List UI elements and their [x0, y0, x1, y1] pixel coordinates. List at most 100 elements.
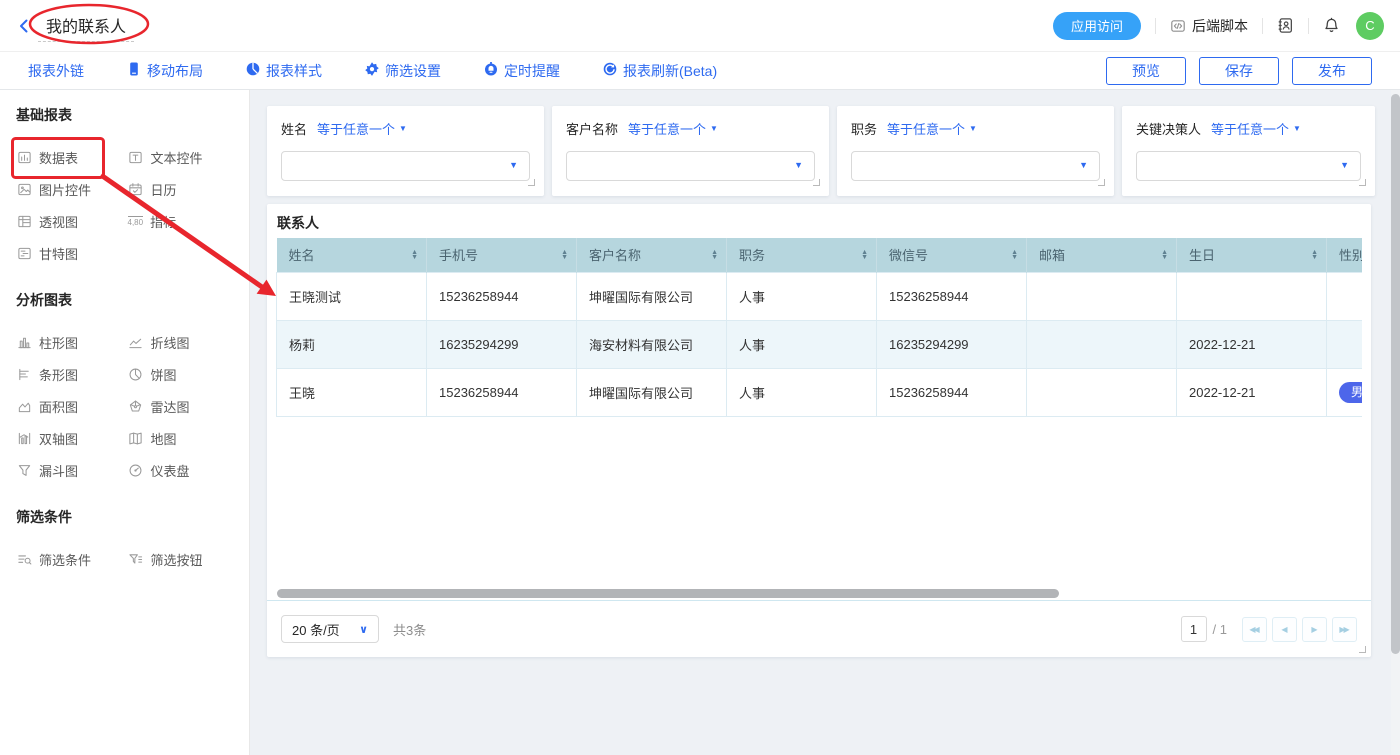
sidebar-item-column-chart[interactable]: 柱形图 — [16, 334, 122, 351]
cell-value: 坤曜国际有限公司 — [589, 290, 693, 305]
app-access-button[interactable]: 应用访问 — [1053, 12, 1141, 40]
sidebar-item-pie-chart[interactable]: 饼图 — [128, 366, 234, 383]
column-header-0[interactable]: 姓名▲▼ — [277, 238, 427, 272]
horizontal-scrollbar[interactable] — [277, 589, 1059, 598]
contacts-icon[interactable] — [1277, 17, 1294, 34]
resize-handle[interactable] — [1359, 179, 1366, 186]
filter-operator-label: 等于任意一个 — [317, 119, 395, 138]
sidebar-item-filter-condition[interactable]: 筛选条件 — [16, 551, 122, 568]
filter-operator-dropdown[interactable]: 等于任意一个▼ — [317, 119, 407, 138]
cell: 坤曜国际有限公司 — [577, 272, 727, 320]
sidebar-item-label: 柱形图 — [39, 333, 78, 352]
column-header-6[interactable]: 生日▲▼ — [1177, 238, 1327, 272]
sidebar-item-bar-chart[interactable]: 条形图 — [16, 366, 122, 383]
filter-operator-dropdown[interactable]: 等于任意一个▼ — [1211, 119, 1301, 138]
next-page-button[interactable]: ▶ — [1302, 617, 1327, 642]
sidebar-item-gantt[interactable]: 甘特图 — [16, 245, 122, 262]
caret-down-icon: ▼ — [794, 161, 803, 170]
data-table-icon — [16, 150, 32, 165]
sidebar-section-0: 基础报表数据表文本控件图片控件日历透视图4,80指标甘特图 — [16, 105, 233, 262]
cell: 2022-12-21 — [1177, 368, 1327, 416]
map-icon — [128, 431, 144, 446]
current-page-input[interactable]: 1 — [1181, 616, 1207, 642]
sidebar-item-calendar[interactable]: 日历 — [128, 181, 234, 198]
toolbar-item-0[interactable]: 报表外链 — [28, 61, 84, 81]
contacts-table-widget[interactable]: 联系人 姓名▲▼手机号▲▼客户名称▲▼职务▲▼微信号▲▼邮箱▲▼生日▲▼性别▲▼… — [267, 204, 1371, 657]
sidebar-item-area-chart[interactable]: 面积图 — [16, 398, 122, 415]
toolbar-item-4[interactable]: 定时提醒 — [483, 61, 560, 81]
sidebar-item-funnel-chart[interactable]: 漏斗图 — [16, 462, 122, 479]
cell: 人事 — [727, 368, 877, 416]
toolbar-item-2[interactable]: 报表样式 — [245, 61, 322, 81]
sort-icon[interactable]: ▲▼ — [1311, 250, 1318, 260]
filter-value-select[interactable]: ▼ — [566, 151, 815, 181]
backend-script-button[interactable]: 后端脚本 — [1170, 16, 1248, 36]
column-header-4[interactable]: 微信号 ▲▼ — [877, 238, 1027, 272]
cell: 王晓测试 — [277, 272, 427, 320]
sidebar-item-text-widget[interactable]: 文本控件 — [128, 149, 234, 166]
cell: 15236258944 — [427, 368, 577, 416]
column-header-7[interactable]: 性别▲▼ — [1327, 238, 1363, 272]
mobile-layout-icon — [126, 61, 142, 80]
column-header-2[interactable]: 客户名称▲▼ — [577, 238, 727, 272]
sort-icon[interactable]: ▲▼ — [861, 250, 868, 260]
preview-button[interactable]: 预览 — [1106, 57, 1186, 85]
resize-handle[interactable] — [1098, 179, 1105, 186]
column-header-3[interactable]: 职务 ▲▼ — [727, 238, 877, 272]
resize-handle[interactable] — [813, 179, 820, 186]
first-page-button[interactable]: ◀◀ — [1242, 617, 1267, 642]
column-header-label: 微信号 — [889, 245, 928, 264]
sidebar-item-image-widget[interactable]: 图片控件 — [16, 181, 122, 198]
column-header-label: 职务 — [739, 245, 765, 264]
toolbar-item-1[interactable]: 移动布局 — [126, 61, 203, 81]
sidebar-item-indicator[interactable]: 4,80指标 — [128, 213, 234, 230]
sidebar-item-line-chart[interactable]: 折线图 — [128, 334, 234, 351]
toolbar-item-3[interactable]: 筛选设置 — [364, 61, 441, 81]
cell: 15236258944 — [427, 272, 577, 320]
cell: 人事 — [727, 320, 877, 368]
vertical-scrollbar[interactable] — [1391, 94, 1400, 654]
cell-value: 人事 — [739, 338, 765, 353]
sidebar-item-map[interactable]: 地图 — [128, 430, 234, 447]
sidebar-item-data-table[interactable]: 数据表 — [16, 149, 122, 166]
filter-value-select[interactable]: ▼ — [851, 151, 1100, 181]
last-page-button[interactable]: ▶▶ — [1332, 617, 1357, 642]
sort-icon[interactable]: ▲▼ — [1011, 250, 1018, 260]
filter-operator-dropdown[interactable]: 等于任意一个▼ — [628, 119, 718, 138]
back-icon[interactable] — [16, 17, 34, 35]
save-button[interactable]: 保存 — [1199, 57, 1279, 85]
filter-value-select[interactable]: ▼ — [1136, 151, 1361, 181]
table-row: 王晓15236258944坤曜国际有限公司人事152362589442022-1… — [277, 368, 1363, 416]
radar-chart-icon — [128, 399, 144, 414]
column-header-5[interactable]: 邮箱▲▼ — [1027, 238, 1177, 272]
prev-page-button[interactable]: ◀ — [1272, 617, 1297, 642]
toolbar-item-5[interactable]: 报表刷新(Beta) — [602, 61, 717, 81]
cell — [1027, 368, 1177, 416]
toolbar-item-label: 筛选设置 — [385, 61, 441, 81]
resize-handle[interactable] — [1359, 646, 1366, 653]
page-size-select[interactable]: 20 条/页 ∨ — [281, 615, 379, 643]
column-header-1[interactable]: 手机号▲▼ — [427, 238, 577, 272]
bell-icon[interactable] — [1323, 17, 1340, 34]
sort-icon[interactable]: ▲▼ — [411, 250, 418, 260]
cell-value: 海安材料有限公司 — [589, 338, 693, 353]
filter-value-select[interactable]: ▼ — [281, 151, 530, 181]
publish-button[interactable]: 发布 — [1292, 57, 1372, 85]
sidebar-item-gauge[interactable]: 仪表盘 — [128, 462, 234, 479]
sidebar-item-filter-button[interactable]: 筛选按钮 — [128, 551, 234, 568]
filter-operator-dropdown[interactable]: 等于任意一个▼ — [887, 119, 977, 138]
line-chart-icon — [128, 335, 144, 350]
page-title[interactable]: 我的联系人 — [38, 10, 134, 42]
cell: 杨莉 — [277, 320, 427, 368]
resize-handle[interactable] — [528, 179, 535, 186]
sidebar-item-dual-axis-chart[interactable]: 双轴图 — [16, 430, 122, 447]
sidebar-item-label: 地图 — [151, 429, 177, 448]
sort-icon[interactable]: ▲▼ — [561, 250, 568, 260]
avatar[interactable]: C — [1356, 12, 1384, 40]
caret-down-icon: ▼ — [1293, 125, 1301, 133]
sidebar-item-pivot-table[interactable]: 透视图 — [16, 213, 122, 230]
sort-icon[interactable]: ▲▼ — [1161, 250, 1168, 260]
sort-icon[interactable]: ▲▼ — [711, 250, 718, 260]
sidebar-item-radar-chart[interactable]: 雷达图 — [128, 398, 234, 415]
toolbar-item-label: 报表样式 — [266, 61, 322, 81]
